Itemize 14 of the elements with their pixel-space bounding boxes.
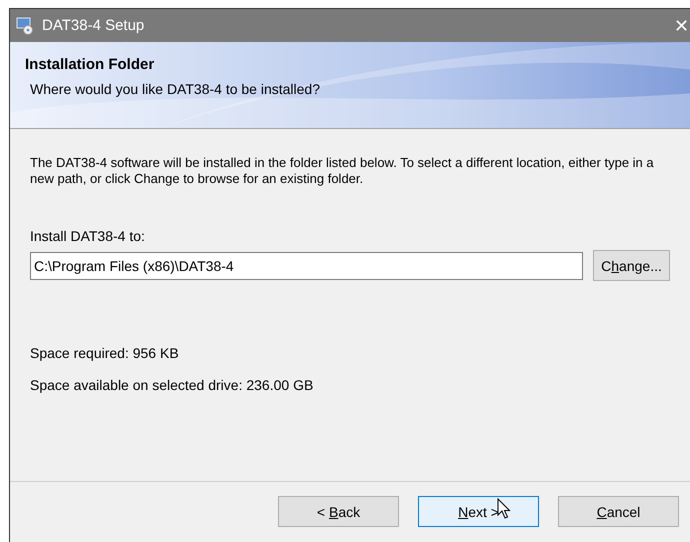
cancel-button[interactable]: Cancel (558, 496, 679, 527)
banner-title: Installation Folder (25, 56, 154, 73)
description-text: The DAT38-4 software will be installed in the folder listed below. To select a different location, either type in a new path, or click Change to browse for an existing folder. (30, 155, 655, 187)
install-label: Install DAT38-4 to: (30, 228, 146, 244)
mouse-cursor-icon (497, 498, 511, 520)
path-field[interactable]: C:\Program Files (x86)\DAT38-4 (30, 252, 583, 280)
setup-icon (16, 16, 34, 34)
space-available-text: Space available on selected drive: 236.00 GB (30, 377, 314, 393)
close-button[interactable]: ✕ (657, 10, 690, 41)
change-button[interactable]: Change... (593, 250, 670, 281)
back-button[interactable]: < Back (278, 496, 399, 527)
space-required-text: Space required: 956 KB (30, 345, 180, 361)
window-title: DAT38-4 Setup (42, 17, 146, 34)
banner-subtitle: Where would you like DAT38-4 to be installed? (30, 81, 320, 97)
